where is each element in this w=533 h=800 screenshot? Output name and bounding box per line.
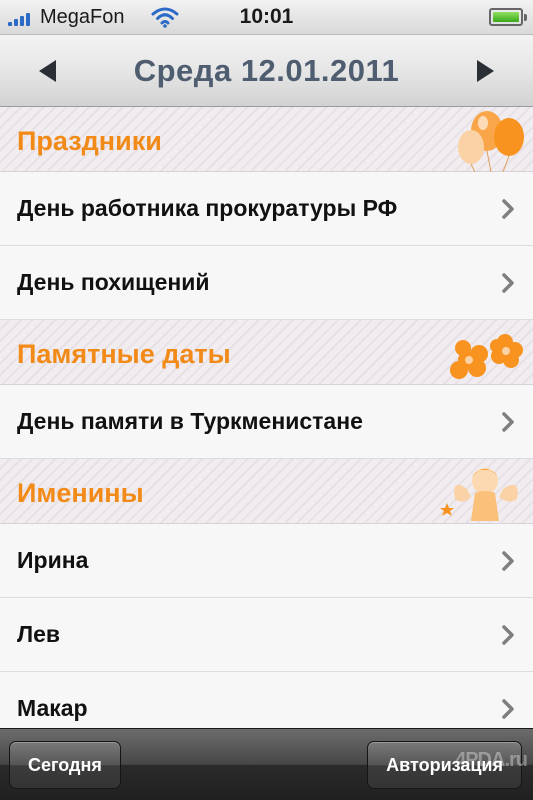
chevron-right-icon — [502, 412, 514, 432]
events-list: Праздники День работника прокуратуры РФ … — [0, 107, 533, 730]
balloons-icon — [458, 111, 524, 172]
section-title: Памятные даты — [17, 339, 231, 369]
section-header-name-days: Именины — [0, 459, 533, 524]
chevron-right-icon — [502, 625, 514, 645]
section-header-memorial-dates: Памятные даты — [0, 320, 533, 385]
flowers-icon — [450, 334, 523, 379]
chevron-right-icon — [502, 273, 514, 293]
today-button[interactable]: Сегодня — [9, 741, 121, 789]
section-header-holidays: Праздники — [0, 107, 533, 172]
section-title: Праздники — [17, 126, 162, 156]
battery-icon — [489, 8, 527, 26]
list-item[interactable]: Макар — [0, 672, 533, 730]
watermark-logo: 4PDA.ru — [455, 749, 528, 771]
section-title: Именины — [17, 478, 144, 508]
bottom-toolbar: Сегодня Авторизация 4PDA.ru — [0, 728, 533, 800]
list-item[interactable]: День работника прокуратуры РФ — [0, 172, 533, 246]
list-item-label: Ирина — [17, 547, 89, 573]
status-bar: MegaFon 10:01 — [0, 0, 533, 35]
navigation-bar: Среда 12.01.2011 — [0, 35, 533, 107]
chevron-right-icon — [502, 199, 514, 219]
list-item-label: Лев — [17, 621, 61, 647]
list-item-label: День памяти в Туркменистане — [17, 408, 363, 434]
list-item-label: День похищений — [17, 269, 210, 295]
list-item[interactable]: День памяти в Туркменистане — [0, 385, 533, 459]
chevron-right-icon — [502, 551, 514, 571]
chevron-right-icon — [502, 699, 514, 719]
status-time: 10:01 — [239, 5, 294, 28]
list-item[interactable]: Ирина — [0, 524, 533, 598]
angel-icon — [440, 468, 518, 521]
next-day-icon[interactable] — [471, 57, 499, 85]
date-title: Среда 12.01.2011 — [133, 53, 400, 88]
list-item[interactable]: Лев — [0, 598, 533, 672]
list-item-label: Макар — [17, 695, 88, 721]
list-item-label: День работника прокуратуры РФ — [17, 195, 398, 221]
list-item[interactable]: День похищений — [0, 246, 533, 320]
